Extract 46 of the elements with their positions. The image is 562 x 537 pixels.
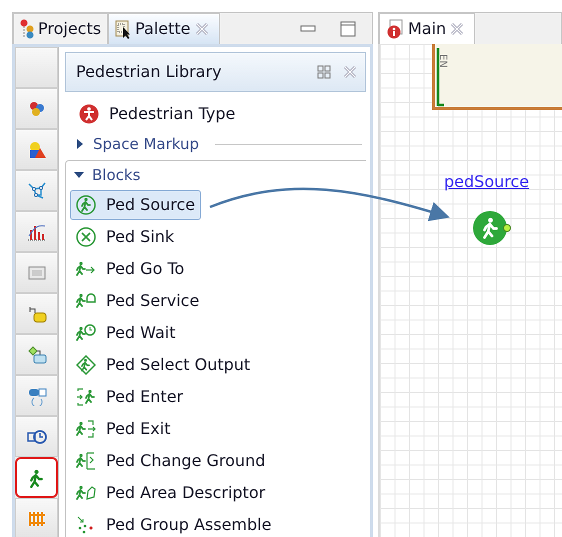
area-icon: [76, 483, 96, 503]
network-icon: [26, 180, 46, 200]
tank-icon: [26, 386, 46, 406]
palette-item[interactable]: Ped Source: [70, 190, 202, 220]
palette-tool-button[interactable]: [15, 457, 58, 498]
wait-icon: [76, 323, 96, 343]
close-icon: [343, 65, 357, 79]
minimize-icon: [300, 24, 316, 34]
palette-item[interactable]: Ped Sink: [70, 222, 180, 252]
palette-icon: [115, 19, 132, 39]
view-tab[interactable]: Projects: [13, 13, 108, 44]
maximize-icon: [340, 20, 356, 36]
sink-icon: [76, 227, 96, 247]
palette-item[interactable]: Ped Go To: [70, 254, 190, 284]
select-output-icon: [76, 355, 96, 375]
palette-item[interactable]: Ped Group Assemble: [70, 510, 278, 537]
palette-item[interactable]: Ped Wait: [70, 318, 182, 348]
change-ground-icon: [76, 451, 96, 471]
exit-icon: [76, 419, 96, 439]
section-header[interactable]: Space Markup: [65, 130, 366, 158]
walk-to-icon: [76, 259, 96, 279]
editor-tab[interactable]: Main: [379, 13, 476, 44]
palette-item[interactable]: Ped Enter: [70, 382, 190, 412]
palette-item[interactable]: Ped Area Descriptor: [70, 478, 272, 508]
enter-icon: [76, 387, 96, 407]
rotated-label: EN: [436, 54, 449, 68]
layout-icon: [317, 65, 331, 79]
palette-item[interactable]: Ped Exit: [70, 414, 176, 444]
expanded-arrow-icon: [74, 170, 84, 180]
section-header[interactable]: Blocks: [66, 161, 366, 189]
service-icon: [76, 291, 96, 311]
source-icon: [76, 195, 96, 215]
decision-icon: [26, 344, 46, 364]
palette-title: Pedestrian Library: [76, 61, 223, 83]
palette-item[interactable]: Ped Change Ground: [70, 446, 272, 476]
view-tab[interactable]: Palette: [108, 13, 220, 44]
projects-icon: [20, 19, 34, 39]
palette-item[interactable]: Ped Service: [70, 286, 206, 316]
close-icon: [450, 22, 464, 36]
block-name-link[interactable]: pedSource: [444, 170, 530, 194]
pedestrian-type-icon: [79, 104, 99, 124]
agent-file-icon: [386, 19, 404, 39]
palette-item[interactable]: Pedestrian Type: [65, 98, 366, 130]
collapsed-arrow-icon: [75, 139, 85, 149]
close-icon[interactable]: [194, 22, 208, 36]
palette-item[interactable]: Ped Select Output: [70, 350, 256, 380]
